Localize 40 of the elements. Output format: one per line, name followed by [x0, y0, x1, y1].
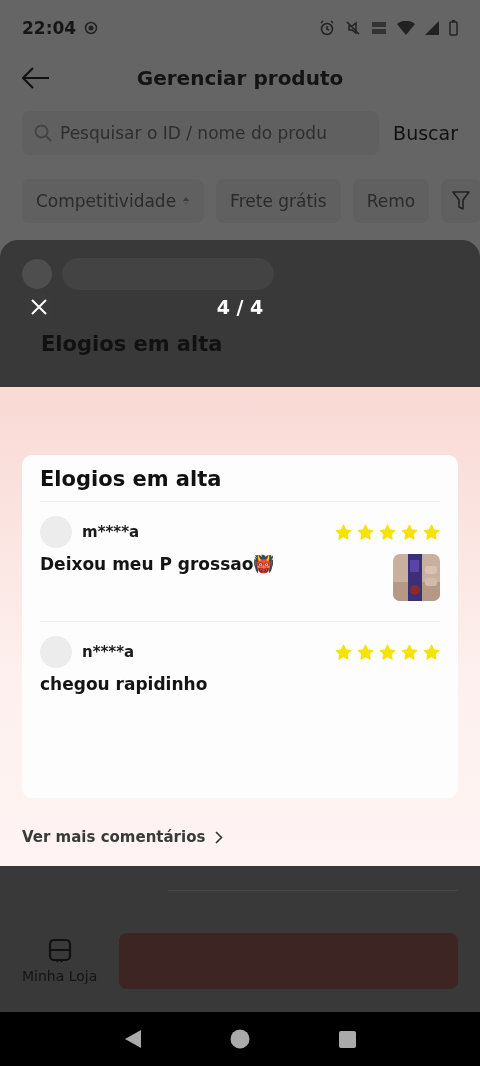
back-nav-button[interactable] [124, 1029, 143, 1049]
back-nav-icon [124, 1029, 143, 1049]
mute-icon [345, 19, 361, 36]
star-icon [335, 643, 352, 661]
alarm-icon [319, 19, 335, 36]
user-name: m****a [82, 523, 140, 541]
page-counter: 4 / 4 [216, 296, 264, 318]
battery-icon [449, 19, 458, 36]
search-button[interactable]: Buscar [393, 122, 458, 144]
review-text: Deixou meu P grossao👹 [40, 554, 275, 574]
star-icon [357, 523, 374, 541]
star-icon [357, 643, 374, 661]
store-icon [47, 938, 72, 964]
star-icon [379, 643, 396, 661]
page-title: Gerenciar produto [136, 65, 344, 90]
user-name: n****a [82, 643, 135, 661]
review-text: chegou rapidinho [40, 674, 208, 694]
record-icon [84, 20, 99, 35]
back-icon[interactable] [22, 66, 50, 89]
sort-icon [182, 196, 191, 206]
search-icon [34, 124, 52, 142]
close-icon [31, 299, 47, 315]
star-icon [335, 523, 352, 541]
star-icon [423, 643, 440, 661]
clock: 22:04 [22, 17, 77, 38]
star-icon [379, 523, 396, 541]
star-icon [401, 523, 418, 541]
star-icon [401, 643, 418, 661]
home-button[interactable] [230, 1029, 251, 1049]
wifi-icon [397, 20, 415, 35]
recents-icon [338, 1030, 356, 1048]
recents-button[interactable] [338, 1030, 356, 1048]
network-icon [371, 20, 387, 35]
chevron-icon [215, 830, 224, 844]
signal-icon [425, 20, 439, 35]
more-comments-link[interactable]: Ver mais comentários [22, 828, 224, 846]
card-title: Elogios em alta [40, 467, 440, 502]
filter-icon [452, 191, 471, 211]
home-icon [230, 1029, 251, 1049]
star-icon [423, 523, 440, 541]
